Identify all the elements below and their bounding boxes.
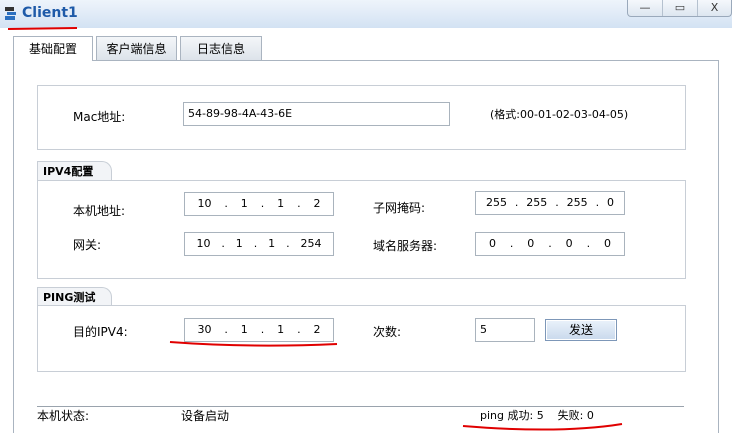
red-annotation-underlines — [7, 27, 623, 431]
